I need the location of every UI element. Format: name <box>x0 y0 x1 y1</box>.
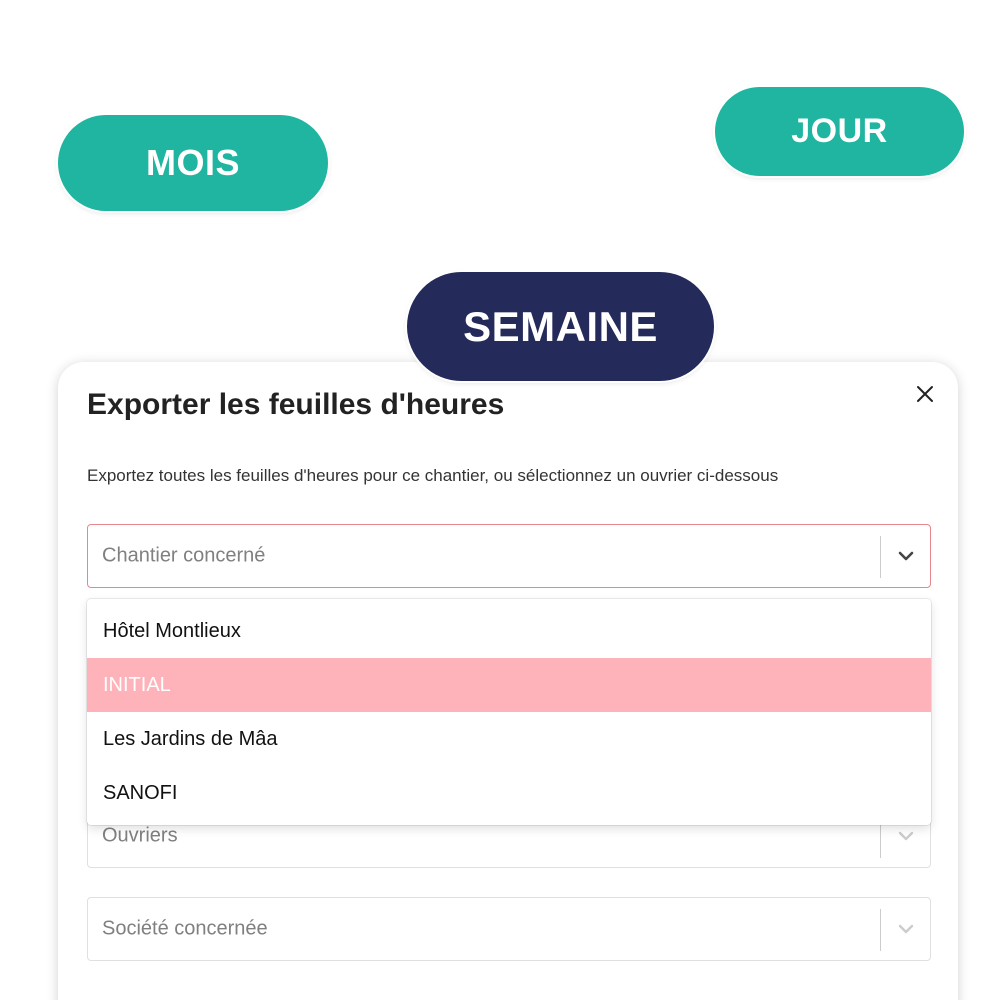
chantier-select[interactable]: Chantier concerné <box>87 524 931 588</box>
tab-mois[interactable]: MOIS <box>58 115 328 211</box>
chantier-dropdown-toggle[interactable] <box>894 544 918 568</box>
option-hotel-montlieux[interactable]: Hôtel Montlieux <box>87 604 931 658</box>
ouvriers-placeholder: Ouvriers <box>102 824 178 847</box>
tab-semaine[interactable]: SEMAINE <box>407 272 714 381</box>
select-separator <box>880 909 881 951</box>
ouvriers-dropdown-toggle[interactable] <box>894 824 918 848</box>
chevron-down-icon <box>898 924 914 934</box>
export-timesheets-modal: Exporter les feuilles d'heures Exportez … <box>58 362 958 1000</box>
chevron-down-icon <box>898 831 914 841</box>
societe-select[interactable]: Société concernée <box>87 897 931 961</box>
tab-jour[interactable]: JOUR <box>715 87 964 176</box>
close-icon <box>917 386 933 402</box>
chantier-options-menu: Hôtel Montlieux INITIAL Les Jardins de M… <box>87 599 931 825</box>
chevron-down-icon <box>898 551 914 561</box>
modal-title: Exporter les feuilles d'heures <box>87 388 505 421</box>
app-stage: MOIS JOUR SEMAINE Exporter les feuilles … <box>0 0 1000 1000</box>
option-sanofi[interactable]: SANOFI <box>87 766 931 820</box>
societe-dropdown-toggle[interactable] <box>894 917 918 941</box>
close-button[interactable] <box>911 380 939 408</box>
option-les-jardins-de-maa[interactable]: Les Jardins de Mâa <box>87 712 931 766</box>
option-initial[interactable]: INITIAL <box>87 658 931 712</box>
modal-description: Exportez toutes les feuilles d'heures po… <box>87 466 779 485</box>
societe-placeholder: Société concernée <box>102 917 268 940</box>
chantier-placeholder: Chantier concerné <box>102 544 266 567</box>
select-separator <box>880 536 881 578</box>
